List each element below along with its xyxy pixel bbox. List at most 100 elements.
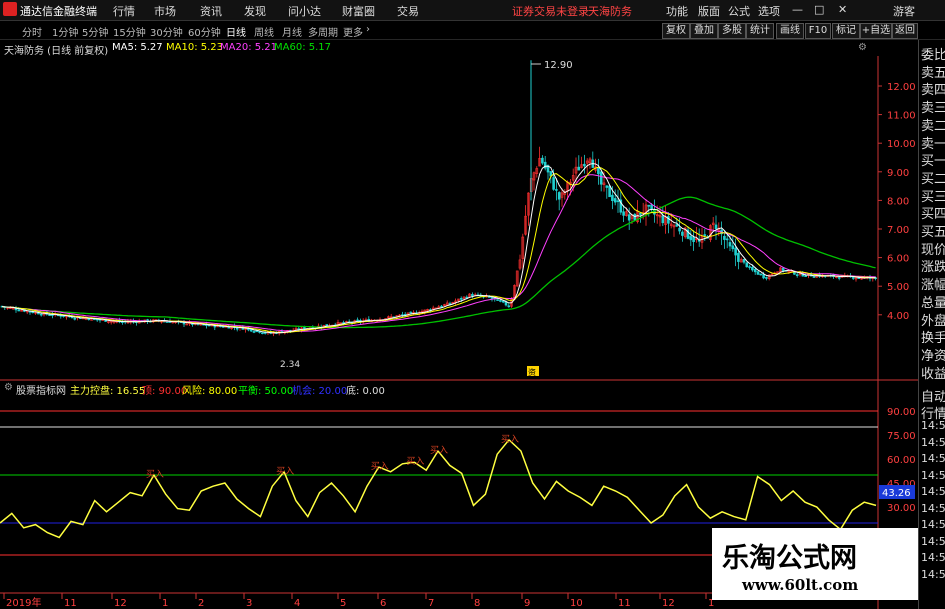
login-notice[interactable]: 证券交易未登录 [512, 3, 589, 19]
info-field-label: 卖五 [921, 65, 945, 81]
candle-body [725, 238, 729, 241]
tf-multi[interactable]: 多周期 [308, 24, 338, 39]
tick-time: 14:56 [921, 452, 945, 465]
restore-icon[interactable]: □ [814, 3, 824, 16]
info-field-label: 外盘 [921, 313, 945, 329]
price-tick-label: 5.00 [887, 282, 909, 293]
candle-body [507, 305, 511, 308]
info-field-label: 总量 [921, 295, 945, 311]
date-tick-label: 2019年 [6, 596, 41, 609]
tf-more[interactable]: 更多 [343, 24, 363, 39]
candle-body [759, 273, 763, 276]
candle-body [692, 236, 695, 243]
candle-body [731, 245, 735, 250]
tick-time: 14:56 [921, 567, 945, 581]
candle-body [616, 200, 620, 203]
watermark: 乐淘公式网 www.60lt.com [712, 528, 918, 600]
indicator-tick-label: 90.00 [887, 407, 916, 418]
price-tick-label: 12.00 [887, 82, 916, 93]
indicator-tick-label: 75.00 [887, 431, 916, 442]
candle-body [647, 204, 651, 207]
adjust-button[interactable]: 复权 [662, 23, 690, 39]
candle-body [504, 301, 508, 306]
minimize-icon[interactable]: — [792, 3, 803, 16]
buy-signals: 买入 买入 买入 买入买入买入 [146, 434, 519, 480]
menu-trade[interactable]: 交易 [397, 3, 419, 19]
date-tick-label: 1 [162, 598, 168, 609]
menu-options[interactable]: 选项 [758, 3, 780, 19]
candle-body [409, 311, 413, 314]
date-tick-label: 8 [474, 598, 480, 609]
candle-body [681, 231, 684, 236]
price-tick-label: 9.00 [887, 168, 909, 179]
candle-body [255, 330, 259, 333]
chart-canvas[interactable]: 12.0011.0010.009.008.007.006.005.004.00 … [0, 40, 918, 609]
candle-body [689, 236, 693, 241]
candle-body [541, 157, 544, 164]
menu-ask[interactable]: 问小达 [288, 3, 321, 19]
candle-body [622, 211, 625, 216]
overlay-button[interactable]: 叠加 [690, 23, 718, 39]
app-title: 通达信金融终端 [20, 5, 97, 18]
buy-signal-label: 买入 [276, 466, 294, 477]
candle-body [627, 214, 631, 221]
info-field-label: 委比 [921, 48, 945, 63]
candle-body [557, 192, 561, 200]
candle-body [608, 185, 611, 198]
tf-60min[interactable]: 60分钟 [188, 24, 221, 39]
stats-button[interactable]: 统计 [746, 23, 774, 39]
tf-30min[interactable]: 30分钟 [150, 24, 183, 39]
menu-market-quote[interactable]: 行情 [113, 3, 135, 19]
draw-button[interactable]: 画线 [776, 23, 804, 39]
date-tick-label: 12 [114, 598, 127, 609]
menu-news[interactable]: 资讯 [200, 3, 222, 19]
candle-body [678, 227, 681, 232]
candle-body [14, 308, 18, 311]
back-button[interactable]: 返回 [892, 23, 918, 39]
window-stock-name: 天海防务 [588, 5, 632, 18]
date-tick-label: 5 [340, 598, 346, 609]
candle-body [812, 276, 816, 278]
mark-button[interactable]: 标记 [832, 23, 860, 39]
f10-button[interactable]: F10 [805, 23, 831, 39]
tf-1min[interactable]: 1分钟 [52, 24, 78, 39]
tf-15min[interactable]: 15分钟 [113, 24, 146, 39]
add-watchlist-button[interactable]: +自选 [860, 23, 892, 39]
candle-body [440, 305, 443, 308]
chevron-right-icon[interactable]: › [366, 24, 370, 35]
candle-body [723, 235, 726, 240]
tf-monthly[interactable]: 月线 [282, 24, 302, 39]
info-field-label: 买一 [921, 154, 945, 170]
menu-function[interactable]: 功能 [666, 3, 688, 19]
date-axis: 2019年 11 12 1 2 3 4 5 6 7 8 9 10 11 12 1 [3, 593, 714, 609]
menu-formula[interactable]: 公式 [728, 3, 750, 19]
candle-body [577, 166, 581, 171]
candle-body [734, 247, 737, 256]
menu-discover[interactable]: 发现 [244, 3, 266, 19]
candle-body [753, 269, 757, 273]
date-tick-label: 3 [246, 598, 252, 609]
info-field-label: 卖一 [921, 136, 945, 152]
menu-wealth[interactable]: 财富圈 [342, 3, 375, 19]
guest-label[interactable]: 游客 [893, 3, 915, 19]
candle-body [73, 318, 77, 320]
candle-body [742, 258, 746, 263]
tf-daily[interactable]: 日线 [226, 24, 246, 39]
tick-time: 14:56 [921, 551, 945, 564]
info-field-label: 买二 [921, 171, 945, 187]
info-field-label: 收益 [921, 366, 945, 382]
tf-weekly[interactable]: 周线 [254, 24, 274, 39]
candle-body [851, 277, 855, 279]
tf-intraday[interactable]: 分时 [22, 24, 42, 39]
multi-stock-button[interactable]: 多股 [718, 23, 746, 39]
tick-time: 14:56 [921, 485, 945, 498]
close-icon[interactable]: ✕ [838, 3, 847, 16]
watermark-title: 乐淘公式网 [722, 543, 857, 574]
menu-market[interactable]: 市场 [154, 3, 176, 19]
candle-body [611, 194, 614, 202]
candle-body [728, 242, 732, 247]
tf-5min[interactable]: 5分钟 [82, 24, 108, 39]
menu-layout[interactable]: 版面 [698, 3, 720, 19]
info-field-label: 换手 [921, 331, 945, 347]
candle-body [737, 252, 740, 262]
